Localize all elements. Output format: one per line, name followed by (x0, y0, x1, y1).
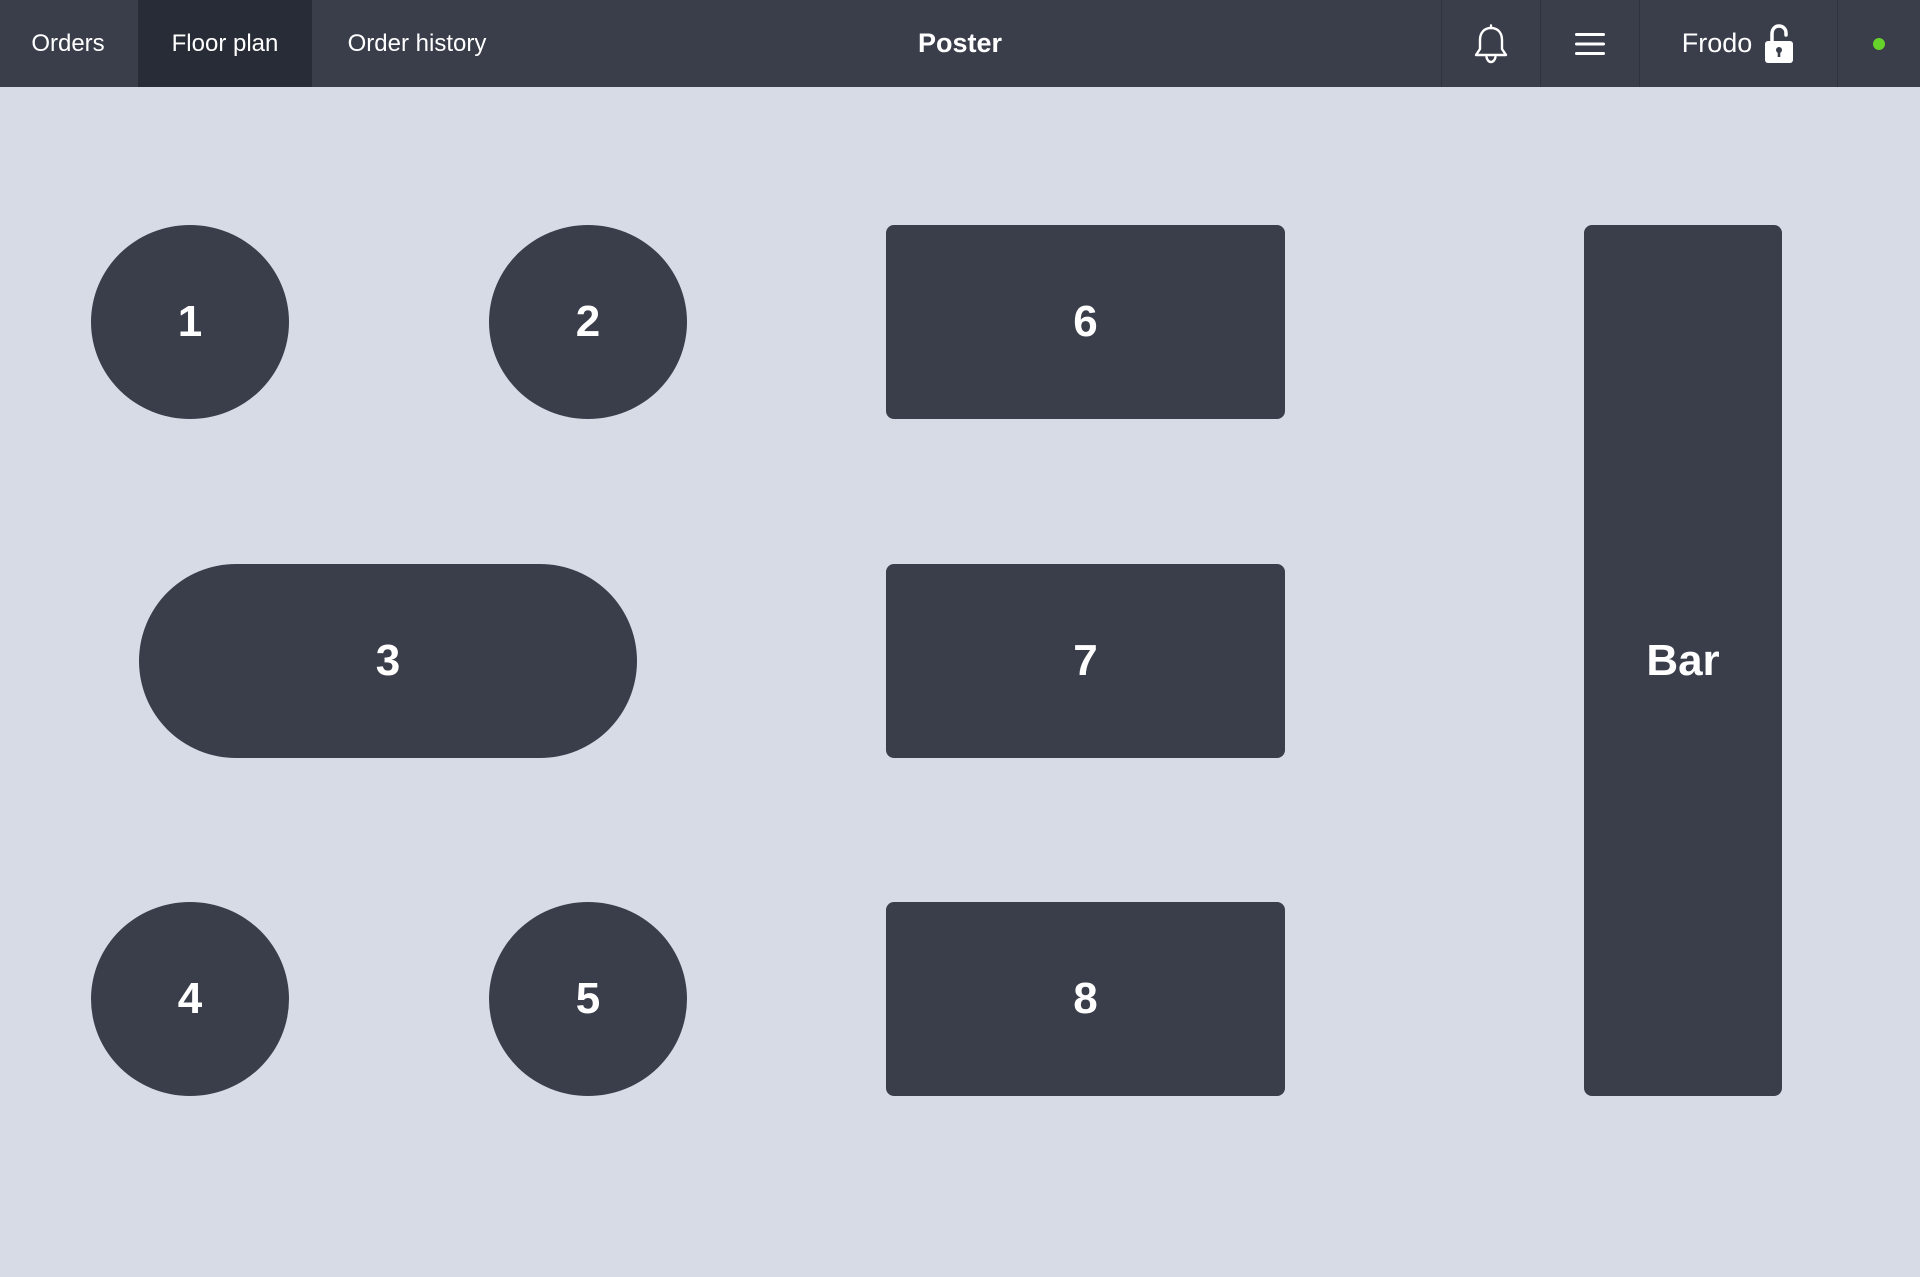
status-dot (1873, 37, 1885, 50)
table-2[interactable]: 2 (489, 225, 687, 419)
table-3[interactable]: 3 (139, 564, 637, 758)
table-bar[interactable]: Bar (1584, 225, 1782, 1096)
notifications-button[interactable] (1442, 0, 1540, 87)
tab-order-history[interactable]: Order history (312, 0, 522, 87)
table-label: 2 (575, 297, 601, 346)
connection-status (1838, 0, 1920, 87)
user-name: Frodo (1681, 28, 1753, 58)
table-1[interactable]: 1 (91, 225, 289, 419)
tab-orders[interactable]: Orders (0, 0, 136, 87)
hamburger-menu-icon (1575, 32, 1605, 55)
table-label: 5 (575, 974, 601, 1023)
table-label: 4 (177, 974, 203, 1023)
bell-icon (1474, 23, 1508, 63)
main-menu-button[interactable] (1541, 0, 1639, 87)
unlocked-padlock-icon (1765, 23, 1794, 63)
table-label: 3 (375, 636, 401, 685)
tab-floor-plan[interactable]: Floor plan (138, 0, 312, 87)
table-7[interactable]: 7 (886, 564, 1285, 758)
table-8[interactable]: 8 (886, 902, 1285, 1096)
table-label: 8 (1073, 974, 1098, 1023)
table-5[interactable]: 5 (489, 902, 687, 1096)
table-label: 7 (1073, 636, 1098, 685)
table-4[interactable]: 4 (91, 902, 289, 1096)
app-title: Poster (917, 28, 1003, 58)
top-navigation-bar: Orders Floor plan Order history Poster F… (0, 0, 1920, 87)
table-6[interactable]: 6 (886, 225, 1285, 419)
table-label: Bar (1646, 635, 1720, 685)
floor-plan-area: 1 2 3 4 5 6 7 8 Bar (0, 87, 1920, 1277)
table-label: 1 (177, 297, 203, 346)
table-label: 6 (1073, 297, 1098, 346)
user-lock-button[interactable]: Frodo (1640, 0, 1836, 87)
